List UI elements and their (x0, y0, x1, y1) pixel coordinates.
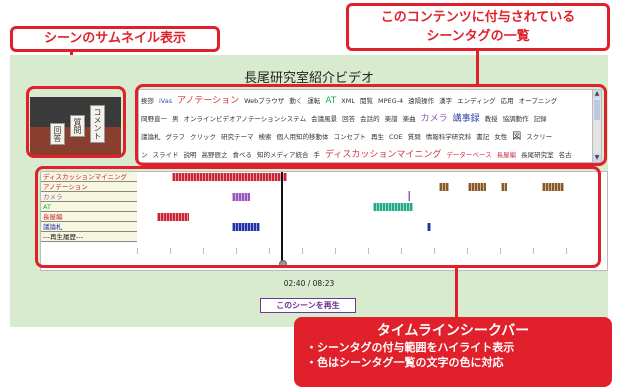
playback-time: 02:40 / 08:23 (283, 279, 335, 288)
thumbnail-highlight (26, 86, 126, 158)
tag-list-callout-line1: このコンテンツに付与されている (380, 10, 576, 25)
tag-list-callout-line2: シーンタグの一覧 (426, 29, 530, 44)
tag-list-highlight (135, 84, 607, 166)
seek-connector (455, 268, 458, 318)
thumbnail-callout-label: シーンのサムネイル表示 (10, 26, 220, 52)
thumbnail-callout-text: シーンのサムネイル表示 (43, 31, 187, 46)
play-scene-button[interactable]: このシーンを再生 (260, 298, 356, 313)
seekbar-callout-bullet-2: ・色はシーンタグ一覧の文字の色に対応 (306, 356, 504, 369)
tag-list-callout-label: このコンテンツに付与されている シーンタグの一覧 (346, 3, 610, 51)
seekbar-callout-bullet-1: ・シーンタグの付与範囲をハイライト表示 (306, 341, 515, 354)
tag-list-connector (476, 51, 479, 84)
seekbar-callout: タイムラインシークバー ・シーンタグの付与範囲をハイライト表示 ・色はシーンタグ… (294, 317, 612, 387)
seekbar-callout-title: タイムラインシークバー (376, 323, 530, 339)
timeline-highlight (35, 166, 601, 268)
